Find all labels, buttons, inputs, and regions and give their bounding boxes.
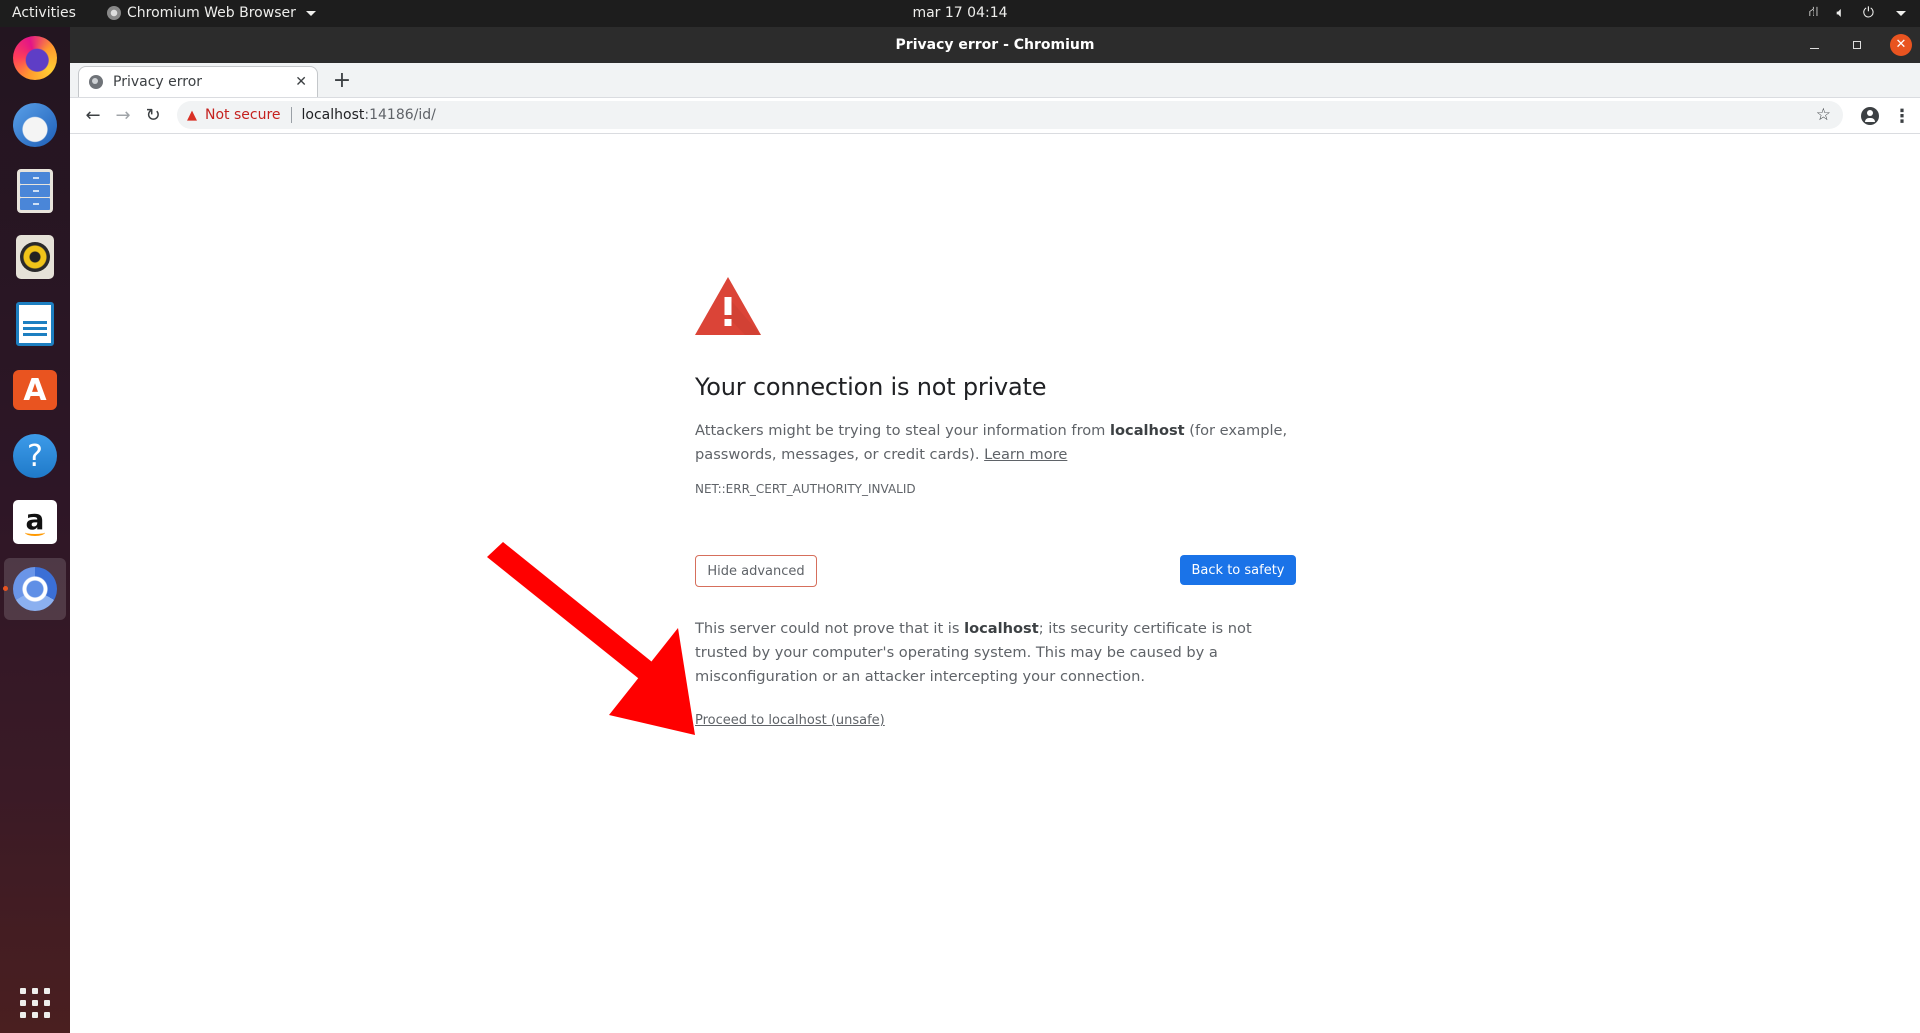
back-to-safety-button[interactable]: Back to safety <box>1180 555 1296 585</box>
error-code[interactable]: NET::ERR_CERT_AUTHORITY_INVALID <box>695 482 916 496</box>
thunderbird-icon <box>13 103 57 147</box>
window-title-bar[interactable]: Privacy error - Chromium ✕ <box>70 27 1920 63</box>
show-applications-icon <box>20 988 50 1018</box>
writer-icon <box>16 302 54 346</box>
warning-icon[interactable]: ▲ <box>187 108 197 123</box>
window-title: Privacy error - Chromium <box>895 37 1095 53</box>
back-button[interactable]: ← <box>78 101 108 131</box>
url-path: :14186/id/ <box>364 107 436 123</box>
avatar-icon <box>1861 107 1879 125</box>
dock-item-amazon[interactable]: a <box>12 499 58 545</box>
address-bar[interactable]: ▲ Not secure localhost :14186/id/ ☆ <box>177 101 1843 129</box>
amazon-icon: a <box>13 500 57 544</box>
dock-item-software[interactable]: A <box>12 367 58 413</box>
minimize-button[interactable] <box>1810 27 1820 63</box>
reload-button[interactable]: ↻ <box>138 101 168 131</box>
running-indicator <box>3 586 8 591</box>
details-text: This server could not prove that it is <box>695 620 965 637</box>
main-message: Attackers might be trying to steal your … <box>695 419 1295 467</box>
dock-item-rhythmbox[interactable] <box>12 234 58 280</box>
tab-close-button[interactable]: ✕ <box>295 74 307 90</box>
tab-strip: Privacy error ✕ + <box>70 63 1920 97</box>
page-heading: Your connection is not private <box>695 373 1047 401</box>
clock[interactable]: mar 17 04:14 <box>0 5 1920 21</box>
tab-title: Privacy error <box>113 74 203 90</box>
files-icon <box>17 169 53 213</box>
power-icon: ⏻ <box>1862 5 1874 21</box>
page-content: Your connection is not private Attackers… <box>70 135 1920 1033</box>
host-name: localhost <box>1110 422 1185 439</box>
hide-advanced-button[interactable]: Hide advanced <box>695 555 817 587</box>
maximize-button[interactable] <box>1853 27 1861 63</box>
system-tray[interactable]: ⛙ 🔈︎ ⏻ <box>1809 3 1906 23</box>
bookmark-star-icon[interactable]: ☆ <box>1816 105 1831 125</box>
dock-item-chromium[interactable] <box>4 558 66 620</box>
advanced-details: This server could not prove that it is l… <box>695 617 1295 689</box>
globe-icon <box>89 75 103 89</box>
help-icon: ? <box>13 434 57 478</box>
dock-item-writer[interactable] <box>12 301 58 347</box>
divider <box>290 107 292 123</box>
dock-item-files[interactable] <box>12 168 58 214</box>
learn-more-link[interactable]: Learn more <box>984 446 1067 463</box>
chevron-down-icon <box>1896 10 1906 16</box>
dock-item-thunderbird[interactable] <box>12 102 58 148</box>
browser-window: Privacy error - Chromium ✕ Privacy error… <box>70 27 1920 1033</box>
show-applications-button[interactable] <box>12 980 58 1026</box>
dock-item-help[interactable]: ? <box>12 433 58 479</box>
dock-item-firefox[interactable] <box>12 35 58 81</box>
system-top-bar: Activities Chromium Web Browser mar 17 0… <box>0 0 1920 27</box>
browser-toolbar: ← → ↻ ▲ Not secure localhost :14186/id/ … <box>70 97 1920 134</box>
software-icon: A <box>13 370 57 410</box>
browser-menu-button[interactable]: ⋮ <box>1888 102 1916 130</box>
forward-button[interactable]: → <box>108 101 138 131</box>
tab-privacy-error[interactable]: Privacy error ✕ <box>78 66 318 97</box>
rhythmbox-icon <box>16 235 54 279</box>
url-host: localhost <box>301 107 365 123</box>
security-chip[interactable]: Not secure <box>205 107 281 123</box>
host-name: localhost <box>964 620 1039 637</box>
message-text: Attackers might be trying to steal your … <box>695 422 1111 439</box>
close-window-button[interactable]: ✕ <box>1890 27 1912 63</box>
dock: A ? a <box>0 27 70 1033</box>
profile-button[interactable] <box>1856 102 1884 130</box>
new-tab-button[interactable]: + <box>330 68 354 93</box>
restore-icon <box>1853 41 1861 49</box>
close-icon: ✕ <box>1890 34 1912 56</box>
volume-icon: 🔈︎ <box>1836 5 1845 21</box>
proceed-unsafe-link[interactable]: Proceed to localhost (unsafe) <box>695 713 885 728</box>
minimize-icon <box>1810 47 1819 49</box>
network-icon: ⛙ <box>1808 4 1819 20</box>
firefox-icon <box>13 36 57 80</box>
warning-triangle-icon <box>695 277 761 335</box>
chromium-icon <box>13 567 57 611</box>
